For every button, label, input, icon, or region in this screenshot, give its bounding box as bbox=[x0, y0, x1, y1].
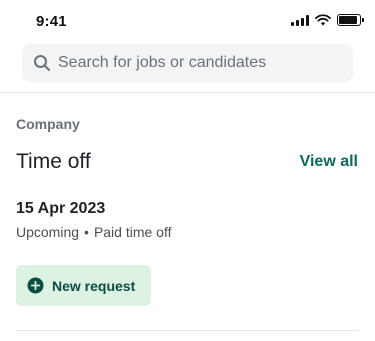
view-all-link[interactable]: View all bbox=[300, 153, 358, 171]
search-input[interactable] bbox=[58, 54, 338, 72]
status-time: 9:41 bbox=[36, 13, 67, 30]
plus-circle-icon bbox=[27, 277, 44, 294]
status-icons bbox=[291, 14, 364, 26]
time-off-type: Paid time off bbox=[93, 224, 172, 240]
section-label: Company bbox=[16, 116, 80, 132]
search-bar[interactable] bbox=[22, 44, 353, 82]
section-title: Time off bbox=[16, 150, 91, 173]
battery-icon bbox=[337, 14, 364, 26]
search-icon bbox=[32, 53, 52, 73]
signal-icon bbox=[291, 14, 309, 26]
meta-separator: • bbox=[84, 224, 89, 240]
new-request-button[interactable]: New request bbox=[16, 265, 151, 306]
divider bbox=[0, 92, 375, 93]
divider bbox=[16, 330, 359, 331]
time-off-date: 15 Apr 2023 bbox=[16, 200, 106, 217]
status-bar: 9:41 bbox=[0, 0, 375, 44]
time-off-meta: Upcoming • Paid time off bbox=[16, 224, 172, 240]
new-request-label: New request bbox=[52, 277, 136, 294]
time-off-status: Upcoming bbox=[16, 224, 80, 240]
wifi-icon bbox=[315, 14, 331, 26]
